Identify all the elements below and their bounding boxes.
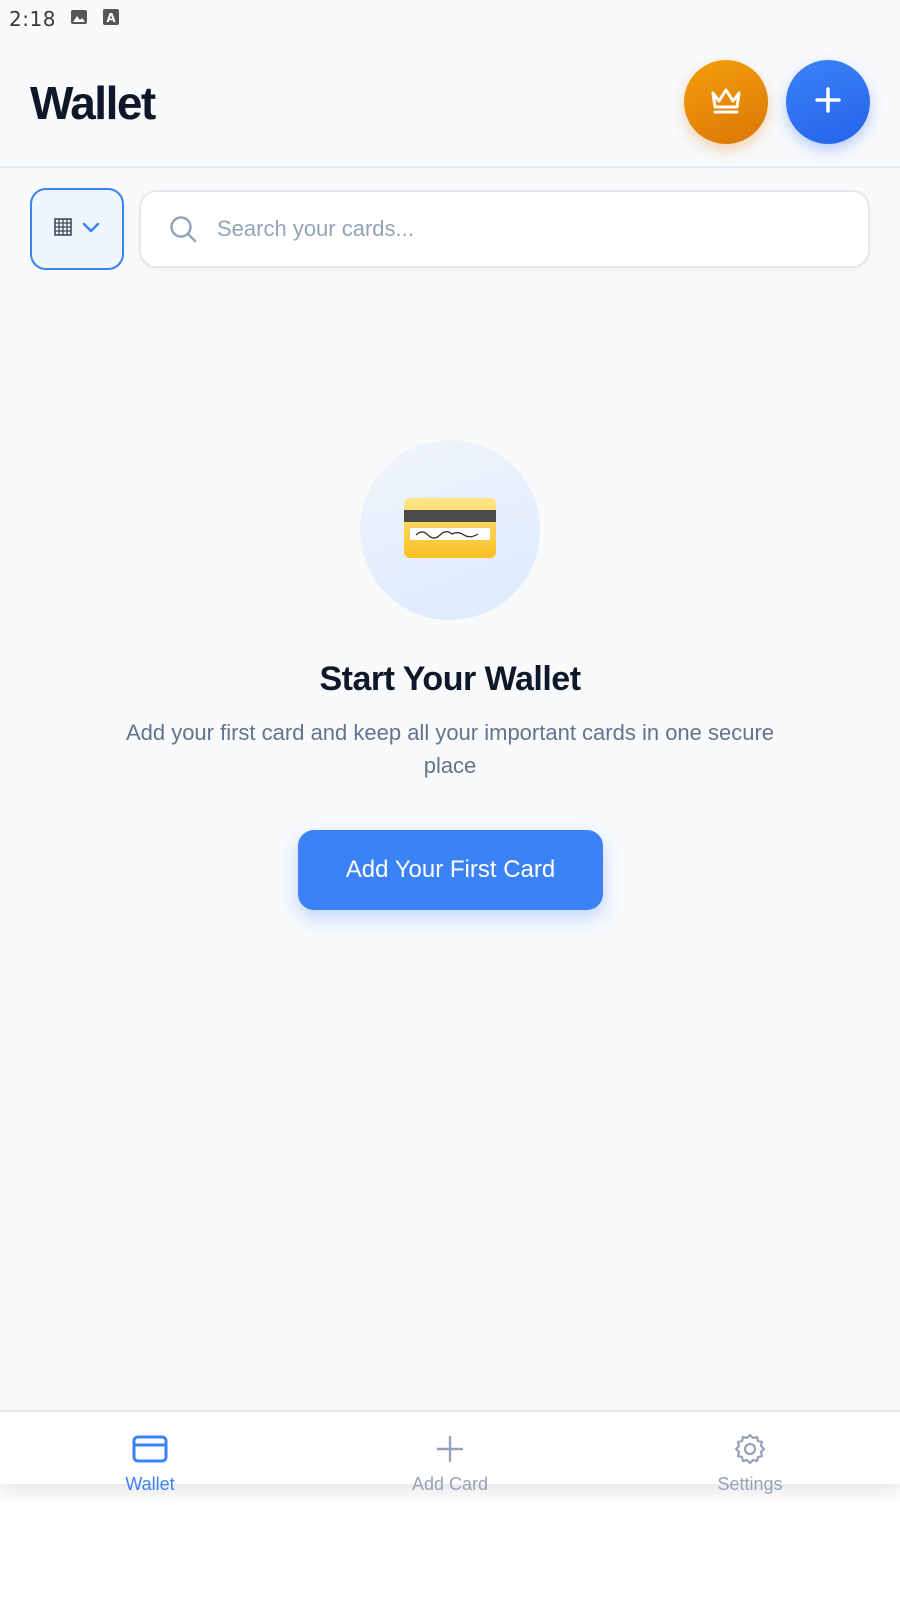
add-first-card-button[interactable]: Add Your First Card xyxy=(298,830,603,910)
card-icon xyxy=(131,1430,169,1468)
view-mode-toggle[interactable] xyxy=(30,188,124,270)
nav-label-settings: Settings xyxy=(717,1474,783,1494)
empty-state-illustration xyxy=(360,440,540,620)
bottom-navigation: Wallet Add Card Settings xyxy=(0,1410,900,1494)
nav-label-add-card: Add Card xyxy=(411,1474,489,1494)
search-box[interactable] xyxy=(139,190,870,268)
nav-item-add-card[interactable]: Add Card xyxy=(300,1412,600,1494)
status-time: 2:18 xyxy=(9,7,56,31)
app-screen: 2:18 A Wallet Search your cards... Start… xyxy=(0,0,900,1412)
grid-icon xyxy=(54,217,72,241)
gear-icon xyxy=(731,1430,769,1468)
premium-button[interactable] xyxy=(684,60,768,144)
chevron-down-icon xyxy=(82,220,100,238)
plus-icon xyxy=(431,1430,469,1468)
nav-item-wallet[interactable]: Wallet xyxy=(0,1412,300,1494)
add-card-button[interactable] xyxy=(786,60,870,144)
keyboard-a-icon: A xyxy=(102,8,120,31)
empty-state-description: Add your first card and keep all your im… xyxy=(125,720,775,778)
nav-item-settings[interactable]: Settings xyxy=(600,1412,900,1494)
plus-icon xyxy=(814,86,842,119)
app-header: Wallet xyxy=(0,38,900,168)
search-input[interactable] xyxy=(215,215,819,243)
crown-icon xyxy=(709,85,743,120)
nav-label-wallet: Wallet xyxy=(125,1474,175,1494)
empty-state-title: Start Your Wallet xyxy=(319,660,581,698)
page-title: Wallet xyxy=(30,77,156,129)
search-icon xyxy=(163,209,203,249)
svg-text:A: A xyxy=(106,11,116,25)
image-icon xyxy=(70,8,88,31)
credit-card-icon xyxy=(402,496,498,565)
status-bar: 2:18 A xyxy=(0,0,900,38)
